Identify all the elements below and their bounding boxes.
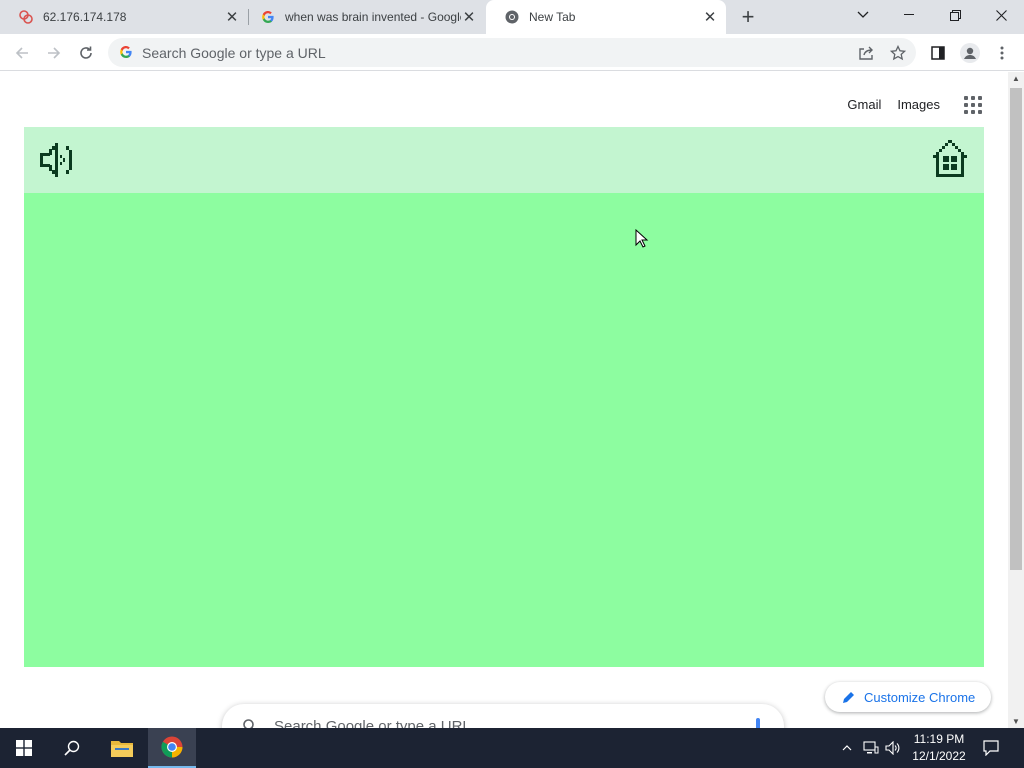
pencil-icon xyxy=(843,692,854,703)
chrome-icon[interactable] xyxy=(148,728,196,768)
network-icon[interactable] xyxy=(860,728,882,768)
side-panel-icon[interactable] xyxy=(924,39,952,67)
reload-icon[interactable] xyxy=(72,39,100,67)
minimize-icon[interactable] xyxy=(886,0,932,30)
scroll-up-arrow-icon[interactable]: ▲ xyxy=(1012,74,1020,83)
google-g-icon xyxy=(119,45,133,59)
sound-toggle-icon[interactable] xyxy=(38,141,80,179)
restore-icon[interactable] xyxy=(932,0,978,30)
windows-taskbar: 11:19 PM 12/1/2022 xyxy=(0,728,1024,768)
search-icon xyxy=(243,719,254,728)
microphone-icon[interactable] xyxy=(756,718,760,728)
customize-chrome-button[interactable]: Customize Chrome xyxy=(825,682,991,712)
scroll-down-arrow-icon[interactable]: ▼ xyxy=(1012,717,1020,726)
customize-label: Customize Chrome xyxy=(864,689,976,705)
search-box[interactable]: Search Google or type a URL xyxy=(222,704,784,728)
browser-toolbar xyxy=(0,34,1024,71)
close-tab-icon[interactable]: ✕ xyxy=(702,9,718,26)
tab-title: 62.176.174.178 xyxy=(43,10,127,24)
system-clock[interactable]: 11:19 PM 12/1/2022 xyxy=(906,731,972,765)
tab-title: New Tab xyxy=(529,10,576,24)
clock-time: 11:19 PM xyxy=(913,732,965,746)
images-link[interactable]: Images xyxy=(897,97,940,112)
forward-arrow-icon[interactable] xyxy=(40,39,68,67)
plus-icon[interactable]: + xyxy=(736,4,760,29)
chevron-down-icon[interactable] xyxy=(840,0,886,30)
game-canvas[interactable] xyxy=(24,127,984,667)
close-tab-icon[interactable]: ✕ xyxy=(461,9,477,26)
omnibox[interactable] xyxy=(108,38,916,67)
tab-new-tab[interactable]: New Tab ✕ xyxy=(486,0,726,34)
share-icon[interactable] xyxy=(852,39,880,67)
tab-remote[interactable]: 62.176.174.178 ✕ xyxy=(0,0,248,34)
search-icon[interactable] xyxy=(48,728,96,768)
tab-strip: 62.176.174.178 ✕ when was brain invented… xyxy=(0,0,1024,34)
mouse-cursor-icon xyxy=(635,229,649,248)
page-scrollbar[interactable]: ▲ ▼ xyxy=(1008,72,1024,728)
star-icon[interactable] xyxy=(884,39,912,67)
new-tab-page: Gmail Images Customize Chrome Search Goo… xyxy=(0,72,1008,728)
search-placeholder: Search Google or type a URL xyxy=(274,718,471,728)
scrollbar-thumb[interactable] xyxy=(1010,88,1022,570)
apps-grid-icon[interactable] xyxy=(962,94,982,114)
tab-title: when was brain invented - Google Search xyxy=(285,10,461,24)
home-icon[interactable] xyxy=(930,139,970,179)
clock-date: 12/1/2022 xyxy=(912,749,966,763)
back-arrow-icon[interactable] xyxy=(8,39,36,67)
close-tab-icon[interactable]: ✕ xyxy=(224,9,240,26)
google-g-icon xyxy=(260,9,276,25)
chrome-icon xyxy=(504,9,520,25)
profile-icon[interactable] xyxy=(956,39,984,67)
file-explorer-icon[interactable] xyxy=(98,728,146,768)
windows-start-icon[interactable] xyxy=(0,728,48,768)
remote-desktop-icon xyxy=(18,9,34,25)
top-links: Gmail Images xyxy=(847,94,982,114)
chevron-up-icon[interactable] xyxy=(838,728,856,768)
volume-icon[interactable] xyxy=(882,728,904,768)
tab-google-search[interactable]: when was brain invented - Google Search … xyxy=(242,0,486,34)
game-header-bar xyxy=(24,127,984,193)
gmail-link[interactable]: Gmail xyxy=(847,97,881,112)
notification-icon[interactable] xyxy=(976,728,1006,768)
close-icon[interactable] xyxy=(978,0,1024,30)
more-menu-icon[interactable] xyxy=(988,39,1016,67)
omnibox-input[interactable] xyxy=(142,38,842,67)
